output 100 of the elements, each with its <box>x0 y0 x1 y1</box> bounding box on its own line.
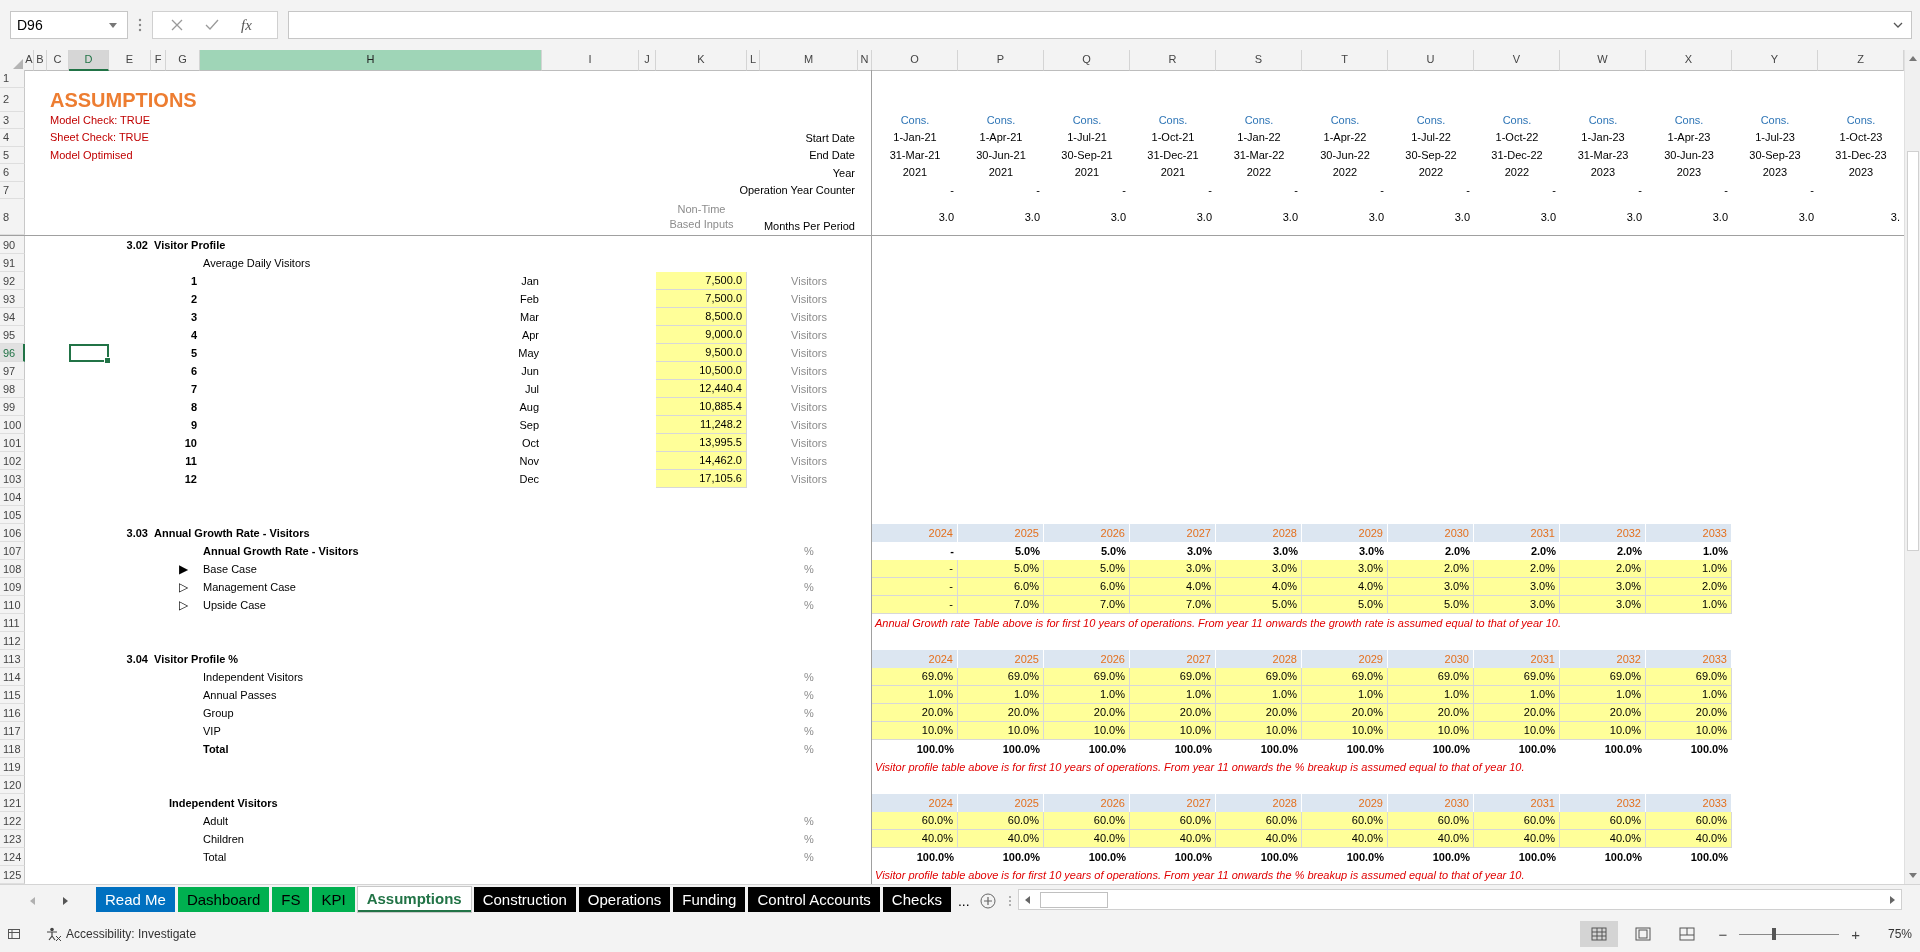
column-header[interactable]: Y <box>1732 50 1818 71</box>
function-button[interactable]: fx <box>241 16 252 34</box>
row-header[interactable]: 92 <box>0 272 25 290</box>
column-header[interactable]: F <box>151 50 166 71</box>
column-header[interactable]: D <box>69 50 109 71</box>
row-header[interactable]: 99 <box>0 398 25 416</box>
row-header[interactable]: 120 <box>0 776 25 794</box>
sheet-tab[interactable]: KPI <box>312 887 355 912</box>
sheet-mode-icon[interactable] <box>8 929 20 939</box>
column-header[interactable]: O <box>872 50 958 71</box>
sheet-tab[interactable]: Assumptions <box>357 887 471 912</box>
sheet-tab[interactable]: FS <box>272 887 310 912</box>
sheet-tab[interactable]: Read Me <box>96 887 175 912</box>
sheet-tab[interactable]: Control Accounts <box>748 887 880 912</box>
row-header[interactable]: 108 <box>0 560 25 578</box>
column-header[interactable]: P <box>958 50 1044 71</box>
row-header[interactable]: 93 <box>0 290 25 308</box>
row-header[interactable]: 102 <box>0 452 25 470</box>
row-header[interactable]: 116 <box>0 704 25 722</box>
row-header[interactable]: 4 <box>0 129 25 147</box>
column-header[interactable]: N <box>858 50 872 71</box>
down-arrow-icon[interactable] <box>1908 873 1917 878</box>
column-header[interactable]: R <box>1130 50 1216 71</box>
row-header[interactable]: 8 <box>0 199 25 235</box>
row-header[interactable]: 123 <box>0 830 25 848</box>
row-header[interactable]: 117 <box>0 722 25 740</box>
name-box[interactable]: D96 <box>10 11 128 39</box>
row-header[interactable]: 111 <box>0 614 25 632</box>
accessibility-icon[interactable] <box>46 927 62 941</box>
sheet-tab[interactable]: Funding <box>673 887 746 912</box>
row-header[interactable]: 124 <box>0 848 25 866</box>
row-header[interactable]: 97 <box>0 362 25 380</box>
column-header[interactable]: M <box>760 50 858 71</box>
row-header[interactable]: 114 <box>0 668 25 686</box>
column-header[interactable]: W <box>1560 50 1646 71</box>
scroll-thumb[interactable] <box>1906 151 1919 551</box>
view-button[interactable] <box>1580 921 1619 947</box>
column-header[interactable]: E <box>109 50 151 71</box>
column-header[interactable]: X <box>1646 50 1732 71</box>
sheet-tab[interactable]: Dashboard <box>177 887 270 912</box>
column-header[interactable]: U <box>1388 50 1474 71</box>
column-header[interactable]: J <box>639 50 656 71</box>
row-header[interactable]: 106 <box>0 524 25 542</box>
expand-icon[interactable] <box>1893 22 1903 28</box>
close-icon[interactable] <box>171 19 183 31</box>
row-header[interactable]: 119 <box>0 758 25 776</box>
row-header[interactable]: 112 <box>0 632 25 650</box>
left-arrow-icon[interactable] <box>1024 895 1030 904</box>
horizontal-scrollbar[interactable] <box>1017 889 1902 910</box>
row-header[interactable]: 105 <box>0 506 25 524</box>
row-header[interactable]: 122 <box>0 812 25 830</box>
row-header[interactable]: 113 <box>0 650 25 668</box>
row-header[interactable]: 90 <box>0 236 25 254</box>
row-header[interactable]: 1 <box>0 70 25 88</box>
column-header[interactable]: H <box>200 50 542 71</box>
fill-handle[interactable] <box>104 357 111 364</box>
sheet-tab[interactable]: Construction <box>473 887 576 912</box>
zoom-out-button[interactable]: − <box>1712 925 1734 943</box>
row-header[interactable]: 2 <box>0 87 25 112</box>
row-header[interactable]: 103 <box>0 470 25 488</box>
column-header[interactable]: L <box>747 50 760 71</box>
row-header[interactable]: 100 <box>0 416 25 434</box>
vertical-scrollbar[interactable] <box>1904 50 1920 884</box>
row-header[interactable]: 96 <box>0 344 25 362</box>
accessibility-status[interactable]: Accessibility: Investigate <box>66 927 197 941</box>
column-header[interactable]: K <box>656 50 747 71</box>
row-header[interactable]: 107 <box>0 542 25 560</box>
slider-thumb[interactable] <box>1772 928 1777 940</box>
row-header[interactable]: 110 <box>0 596 25 614</box>
zoom-level[interactable]: 75% <box>1872 927 1912 941</box>
column-header[interactable]: B <box>34 50 47 71</box>
add-sheet-icon[interactable] <box>979 892 996 909</box>
row-header[interactable]: 125 <box>0 866 25 884</box>
row-header[interactable]: 118 <box>0 740 25 758</box>
row-header[interactable]: 6 <box>0 164 25 182</box>
row-header[interactable]: 104 <box>0 488 25 506</box>
sheet-tab[interactable]: Operations <box>578 887 671 912</box>
check-icon[interactable] <box>205 19 219 31</box>
column-header[interactable]: T <box>1302 50 1388 71</box>
zoom-in-button[interactable]: + <box>1845 925 1866 943</box>
active-cell[interactable] <box>69 344 109 362</box>
row-header[interactable]: 98 <box>0 380 25 398</box>
row-header[interactable]: 91 <box>0 254 25 272</box>
right-arrow-icon[interactable] <box>63 896 68 905</box>
row-header[interactable]: 95 <box>0 326 25 344</box>
caret-icon[interactable] <box>109 22 117 28</box>
sheet-tab[interactable]: Checks <box>882 887 951 912</box>
formula-field[interactable] <box>288 11 1912 39</box>
row-header[interactable]: 115 <box>0 686 25 704</box>
right-arrow-icon[interactable] <box>1890 895 1895 904</box>
row-header[interactable]: 94 <box>0 308 25 326</box>
column-header[interactable]: V <box>1474 50 1560 71</box>
column-header[interactable]: A <box>25 50 34 71</box>
row-header[interactable]: 101 <box>0 434 25 452</box>
up-arrow-icon[interactable] <box>1908 56 1917 61</box>
scroll-thumb[interactable] <box>1039 891 1108 908</box>
column-header[interactable]: S <box>1216 50 1302 71</box>
row-header[interactable]: 109 <box>0 578 25 596</box>
more-tabs-button[interactable]: ... <box>953 892 974 909</box>
column-header[interactable]: Q <box>1044 50 1130 71</box>
